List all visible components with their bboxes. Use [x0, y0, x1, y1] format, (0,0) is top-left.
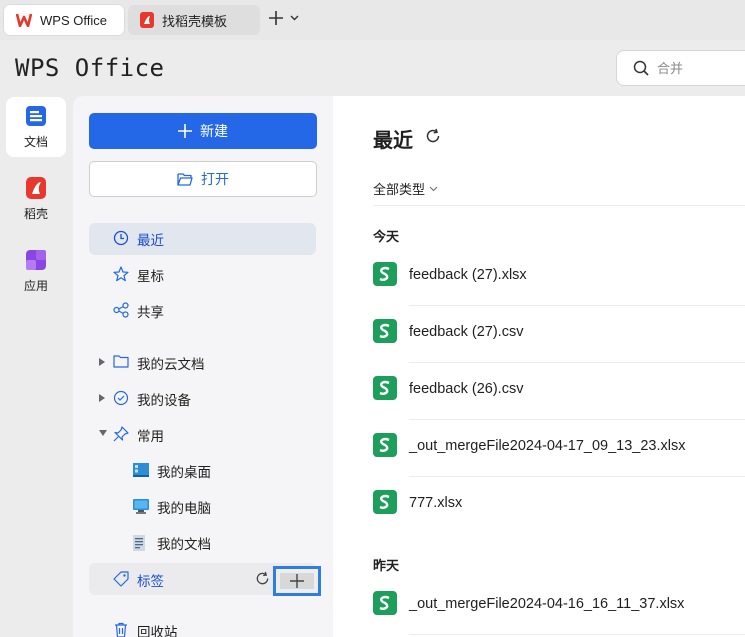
apps-icon — [25, 249, 47, 271]
file-row[interactable]: 777.xlsx — [373, 477, 745, 534]
spreadsheet-icon — [373, 433, 397, 457]
chevron-right-icon[interactable] — [99, 358, 105, 366]
nav-item-shared[interactable]: 共享 — [89, 295, 316, 327]
main-panel: 最近 全部类型 今天 feedback (27).xlsx feedback (… — [333, 96, 745, 637]
refresh-icon[interactable] — [425, 128, 441, 144]
type-filter-dropdown[interactable]: 全部类型 — [373, 179, 438, 198]
spreadsheet-icon — [373, 591, 397, 615]
new-tab-button[interactable] — [268, 10, 299, 26]
tree-item-label: 回收站 — [137, 625, 178, 637]
nav-item-label: 最近 — [137, 233, 164, 248]
tree-item-label: 常用 — [137, 429, 164, 444]
tab-docer-templates[interactable]: 找稻壳模板 — [128, 5, 260, 35]
spreadsheet-icon — [373, 376, 397, 400]
search-box[interactable] — [616, 50, 745, 86]
chevron-down-icon — [429, 186, 438, 192]
divider — [373, 205, 745, 206]
trash-icon — [113, 622, 129, 637]
plus-icon — [268, 10, 284, 26]
tab-wps-office[interactable]: WPS Office — [4, 5, 124, 35]
clock-icon — [113, 230, 129, 246]
device-icon — [113, 390, 129, 406]
tree-item-label: 我的文档 — [157, 537, 211, 552]
folder-icon — [113, 354, 129, 368]
rail-item-label: 文档 — [23, 134, 48, 149]
file-row[interactable]: feedback (26).csv — [373, 363, 745, 420]
rail-item-label: 应用 — [23, 278, 48, 293]
open-button[interactable]: 打开 — [89, 161, 317, 197]
file-row[interactable]: feedback (27).xlsx — [373, 249, 745, 306]
document-file-icon — [133, 535, 147, 551]
file-name: 777.xlsx — [409, 495, 463, 511]
refresh-icon[interactable] — [255, 571, 270, 586]
tree-item-label: 标签 — [137, 574, 164, 589]
tag-icon — [113, 571, 129, 587]
nav-item-label: 共享 — [137, 305, 164, 320]
document-icon — [25, 105, 47, 127]
nav-item-starred[interactable]: 星标 — [89, 259, 316, 291]
rail-item-documents[interactable]: 文档 — [6, 97, 66, 157]
section-header-yesterday: 昨天 — [373, 558, 400, 573]
page-title: 最近 — [373, 130, 413, 152]
tab-bar: WPS Office 找稻壳模板 — [0, 0, 745, 40]
spreadsheet-icon — [373, 319, 397, 343]
file-row[interactable]: _out_mergeFile2024-04-16_16_11_37.xlsx — [373, 578, 745, 635]
chevron-down-icon — [290, 15, 299, 21]
plus-icon — [280, 573, 314, 589]
share-icon — [113, 302, 129, 318]
tree-item-computer[interactable]: 我的电脑 — [89, 491, 316, 523]
rail-item-docer[interactable]: 稻壳 — [6, 169, 66, 229]
rail-item-label: 稻壳 — [23, 206, 48, 221]
divider — [409, 634, 745, 635]
tree-item-recycle-bin[interactable]: 回收站 — [89, 615, 316, 637]
file-name: feedback (26).csv — [409, 381, 524, 397]
file-name: feedback (27).csv — [409, 324, 524, 340]
sidebar: 新建 打开 最近 星标 共享 我的云文档 我的设备 常用 我的桌面 我的电脑 我… — [73, 96, 333, 637]
tree-item-my-devices[interactable]: 我的设备 — [89, 383, 316, 415]
rail-item-apps[interactable]: 应用 — [6, 241, 66, 301]
chevron-down-icon[interactable] — [99, 430, 107, 436]
docer-icon — [140, 12, 154, 28]
search-icon — [633, 60, 649, 76]
pin-icon — [113, 426, 129, 442]
tab-label: 找稻壳模板 — [162, 13, 228, 29]
tree-item-frequent[interactable]: 常用 — [89, 419, 316, 451]
add-tag-button[interactable] — [273, 566, 321, 596]
tree-item-cloud-docs[interactable]: 我的云文档 — [89, 347, 316, 379]
tab-label: WPS Office — [40, 12, 107, 28]
file-name: _out_mergeFile2024-04-17_09_13_23.xlsx — [409, 438, 686, 454]
folder-open-icon — [177, 172, 193, 186]
tree-item-label: 我的设备 — [137, 393, 191, 408]
new-button[interactable]: 新建 — [89, 113, 317, 149]
new-button-label: 新建 — [200, 123, 228, 139]
chevron-right-icon[interactable] — [99, 394, 105, 402]
plus-icon — [178, 124, 192, 138]
tree-item-label: 我的桌面 — [157, 465, 211, 480]
spreadsheet-icon — [373, 490, 397, 514]
monitor-icon — [133, 499, 149, 514]
tree-item-desktop[interactable]: 我的桌面 — [89, 455, 316, 487]
tree-item-documents[interactable]: 我的文档 — [89, 527, 316, 559]
nav-item-recent[interactable]: 最近 — [89, 223, 316, 255]
filter-label: 全部类型 — [373, 182, 426, 197]
left-rail: 文档 稻壳 应用 — [0, 96, 73, 637]
file-row[interactable]: feedback (27).csv — [373, 306, 745, 363]
spreadsheet-icon — [373, 262, 397, 286]
open-button-label: 打开 — [201, 171, 229, 187]
nav-item-label: 星标 — [137, 269, 164, 284]
app-logo-title: WPS Office — [15, 54, 165, 82]
section-header-today: 今天 — [373, 229, 400, 244]
docer-icon — [26, 176, 46, 199]
star-icon — [113, 266, 129, 282]
wps-logo-icon — [16, 13, 32, 27]
search-input[interactable] — [657, 60, 737, 76]
tree-item-label: 我的电脑 — [157, 501, 211, 516]
file-name: _out_mergeFile2024-04-16_16_11_37.xlsx — [409, 596, 685, 612]
file-row[interactable]: _out_mergeFile2024-04-17_09_13_23.xlsx — [373, 420, 745, 477]
tree-item-label: 我的云文档 — [137, 357, 205, 372]
file-name: feedback (27).xlsx — [409, 267, 527, 283]
desktop-icon — [133, 463, 149, 477]
